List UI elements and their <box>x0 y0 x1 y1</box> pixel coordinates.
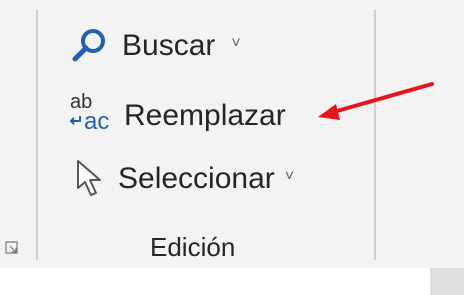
cursor-arrow-icon <box>77 160 101 196</box>
document-margin <box>430 268 464 295</box>
group-label-edicion: Edición <box>150 232 236 262</box>
chevron-down-icon[interactable]: ˅ <box>285 168 294 186</box>
magnifier-icon <box>72 29 105 62</box>
select-button[interactable]: Seleccionar ˅ <box>72 158 294 200</box>
replace-abac-icon: ab ac <box>66 90 118 142</box>
red-annotation-arrow-icon <box>318 82 434 120</box>
chevron-down-icon[interactable]: ˅ <box>231 35 240 53</box>
search-button-label: Buscar <box>122 29 216 62</box>
search-button[interactable]: Buscar ˅ <box>70 26 241 66</box>
dialog-launcher-icon[interactable] <box>4 240 20 256</box>
replace-icon-ac: ac <box>84 108 110 135</box>
select-button-label: Seleccionar <box>118 162 275 195</box>
replace-button-label: Reemplazar <box>124 99 286 132</box>
replace-button[interactable]: ab ac Reemplazar <box>66 90 286 142</box>
group-separator-left <box>36 10 38 260</box>
ribbon-panel: Buscar ˅ ab ac Reemplazar Seleccionar ˅ … <box>0 0 464 268</box>
document-area <box>0 268 464 295</box>
replace-icon-arrow <box>69 116 81 125</box>
group-separator-right <box>374 10 376 260</box>
